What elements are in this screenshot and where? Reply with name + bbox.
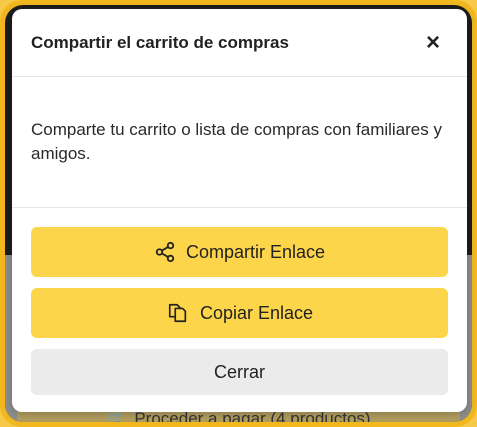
copy-link-label: Copiar Enlace	[199, 302, 314, 323]
modal-footer: Compartir Enlace Copiar Enlace Cerrar	[12, 208, 467, 395]
copy-icon	[166, 302, 190, 324]
share-link-label: Compartir Enlace	[185, 241, 326, 262]
share-icon	[154, 241, 176, 263]
modal-body: Comparte tu carrito o lista de compras c…	[12, 77, 467, 208]
modal-title: Compartir el carrito de compras	[31, 32, 289, 52]
share-link-button[interactable]: Compartir Enlace	[31, 227, 448, 277]
modal-header: Compartir el carrito de compras ×	[12, 9, 467, 77]
modal-description: Comparte tu carrito o lista de compras c…	[31, 120, 442, 163]
device-frame: 🛒 Proceder a pagar (4 productos) Compart…	[0, 0, 477, 427]
copy-link-button[interactable]: Copiar Enlace	[31, 288, 448, 338]
close-button[interactable]: Cerrar	[31, 349, 448, 395]
close-button-label: Cerrar	[213, 361, 265, 382]
close-icon[interactable]: ×	[419, 29, 447, 57]
share-cart-modal: Compartir el carrito de compras × Compar…	[12, 9, 467, 412]
